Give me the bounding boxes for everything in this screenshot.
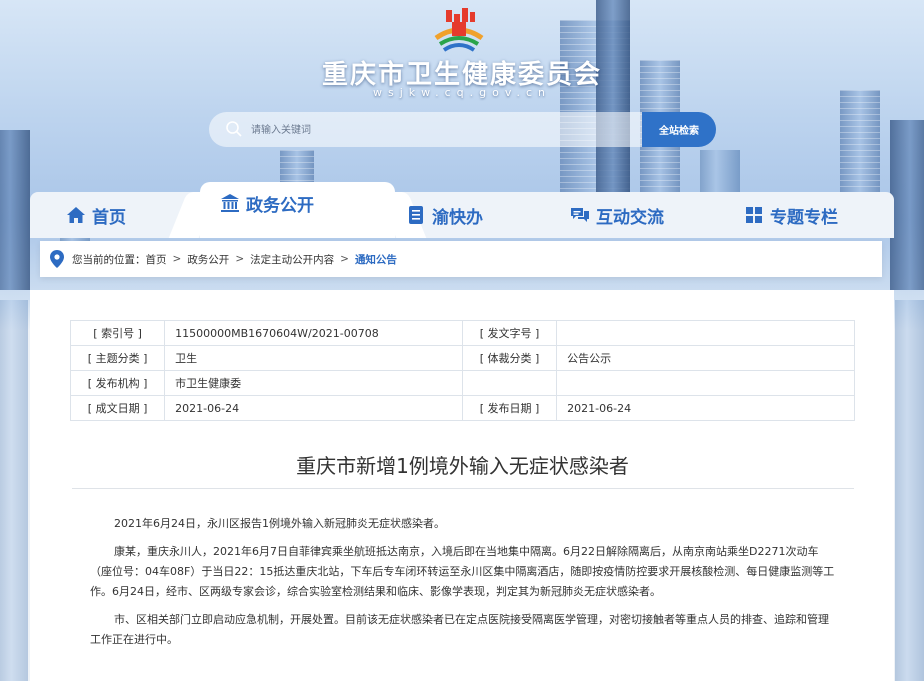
genre-label: [ 体裁分类 ]	[461, 345, 558, 371]
search-icon	[226, 121, 242, 137]
created-date-label: [ 成文日期 ]	[69, 395, 166, 421]
breadcrumb-link-mandatory-disclosure[interactable]: 法定主动公开内容	[250, 252, 334, 267]
site-domain: wsjkw.cq.gov.cn	[372, 86, 552, 99]
nav-item-label: 互动交流	[596, 207, 664, 228]
document-list-icon	[409, 206, 423, 224]
grid-icon	[746, 207, 762, 223]
title-divider	[72, 488, 854, 489]
skyline-building	[0, 130, 30, 290]
breadcrumb-current-notices[interactable]: 通知公告	[355, 252, 397, 267]
table-row: [ 索引号 ] 11500000MB1670604W/2021-00708 [ …	[69, 320, 855, 346]
nav-item-home[interactable]: 首页	[66, 192, 126, 238]
article-paragraph: 2021年6月24日，永川区报告1例境外输入新冠肺炎无症状感染者。	[114, 517, 445, 530]
empty-cell	[461, 370, 558, 396]
index-label: [ 索引号 ]	[69, 320, 166, 346]
search-box	[209, 112, 642, 149]
site-search-button[interactable]: 全站检索	[642, 112, 716, 147]
nav-item-label: 首页	[92, 207, 126, 228]
breadcrumb-link-home[interactable]: 首页	[146, 252, 167, 267]
article-paragraph: 康某，重庆永川人，2021年6月7日自菲律宾乘坐航班抵达南京，入境后即在当地集中…	[90, 545, 835, 598]
table-row: [ 发布机构 ] 市卫生健康委	[69, 370, 855, 396]
search-bar: 全站检索	[209, 112, 716, 149]
search-input[interactable]	[249, 112, 633, 149]
nav-item-interaction[interactable]: 互动交流	[570, 192, 664, 238]
breadcrumb-link-government-affairs[interactable]: 政务公开	[187, 252, 229, 267]
skyline-building	[895, 300, 924, 681]
nav-item-yukuaiban[interactable]: 渝快办	[406, 192, 483, 238]
issuer-label: [ 发布机构 ]	[69, 370, 166, 396]
created-date-value: 2021-06-24	[164, 395, 463, 421]
skyline-building	[596, 0, 630, 200]
topic-value: 卫生	[164, 345, 463, 371]
nav-item-label: 渝快办	[432, 207, 483, 228]
breadcrumb-separator: >	[235, 253, 245, 265]
published-date-label: [ 发布日期 ]	[461, 395, 558, 421]
location-pin-icon	[50, 250, 64, 268]
breadcrumb-separator: >	[172, 253, 182, 265]
table-row: [ 主题分类 ] 卫生 [ 体裁分类 ] 公告公示	[69, 345, 855, 371]
skyline-building	[890, 120, 924, 290]
document-metadata-table: [ 索引号 ] 11500000MB1670604W/2021-00708 [ …	[69, 320, 855, 421]
published-date-value: 2021-06-24	[556, 395, 855, 421]
government-building-icon	[221, 194, 239, 212]
nav-item-label: 专题专栏	[770, 207, 838, 228]
nav-item-government-affairs[interactable]: 政务公开	[220, 180, 314, 226]
breadcrumb-prefix: 您当前的位置：	[72, 253, 146, 266]
article-paragraph: 市、区相关部门立即启动应急机制，开展处置。目前该无症状感染者已在定点医院接受隔离…	[90, 613, 829, 646]
skyline-building	[840, 90, 880, 200]
site-logo-icon	[434, 8, 484, 52]
home-icon	[67, 207, 85, 223]
topic-label: [ 主题分类 ]	[69, 345, 166, 371]
breadcrumb: 您当前的位置： 首页 > 政务公开 > 法定主动公开内容 > 通知公告	[40, 241, 882, 277]
article-title: 重庆市新增1例境外输入无症状感染者	[296, 454, 629, 478]
main-nav: 首页 政务公开 渝快办 互动交流 专题专栏	[30, 182, 894, 238]
nav-item-label: 政务公开	[246, 195, 314, 216]
skyline-building	[0, 300, 28, 681]
index-value: 11500000MB1670604W/2021-00708	[164, 320, 463, 346]
article-card: [ 索引号 ] 11500000MB1670604W/2021-00708 [ …	[30, 290, 894, 681]
genre-value: 公告公示	[556, 345, 855, 371]
doc-number-label: [ 发文字号 ]	[461, 320, 558, 346]
chat-bubbles-icon	[571, 208, 589, 222]
doc-number-value	[556, 320, 855, 346]
breadcrumb-separator: >	[340, 253, 349, 265]
issuer-value: 市卫生健康委	[164, 370, 463, 396]
nav-item-special-topics[interactable]: 专题专栏	[744, 192, 838, 238]
empty-cell	[556, 370, 855, 396]
table-row: [ 成文日期 ] 2021-06-24 [ 发布日期 ] 2021-06-24	[69, 395, 855, 421]
